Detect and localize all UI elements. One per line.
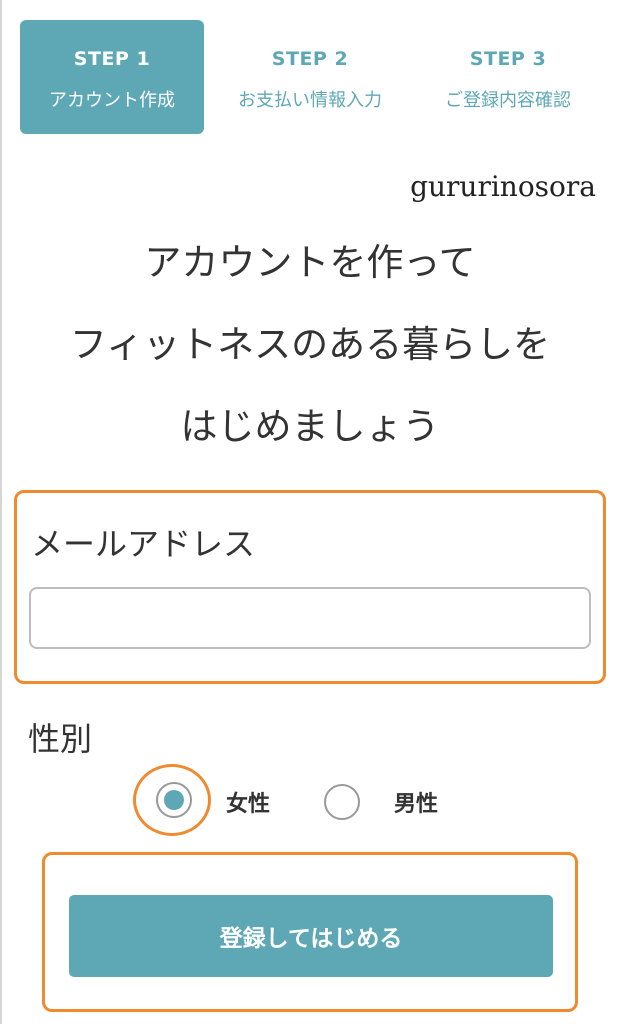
step-2: STEP 2 お支払い情報入力 [216,20,404,134]
page-headline: アカウントを作って フィットネスのある暮らしを はじめましょう [0,222,620,468]
gender-radio-group: 女性 男性 [0,760,620,840]
email-field-group: メールアドレス [14,490,606,684]
step-3-label: ご登録内容確認 [445,90,571,111]
left-border [0,0,2,1024]
gender-radio-male[interactable] [324,784,360,820]
gender-option-male-label[interactable]: 男性 [394,786,438,818]
step-3: STEP 3 ご登録内容確認 [416,20,600,134]
step-1-number: STEP 1 [73,48,151,70]
gender-option-female-label[interactable]: 女性 [226,786,270,818]
submit-highlight-box: 登録してはじめる [42,852,578,1012]
radio-selected-dot [164,790,184,810]
headline-line-2: フィットネスのある暮らしを [69,323,551,366]
headline-line-3: はじめましょう [180,405,440,448]
step-1: STEP 1 アカウント作成 [20,20,204,134]
step-2-number: STEP 2 [271,48,349,70]
headline-line-1: アカウントを作って [144,241,476,284]
brand-logo: gururinosora [410,170,596,203]
gender-label: 性別 [28,720,93,758]
step-2-label: お支払い情報入力 [238,90,382,111]
step-1-label: アカウント作成 [49,90,175,111]
step-indicator: STEP 1 アカウント作成 STEP 2 お支払い情報入力 STEP 3 ご登… [20,20,600,136]
step-3-number: STEP 3 [469,48,547,70]
register-button[interactable]: 登録してはじめる [69,895,553,977]
email-input[interactable] [29,587,591,649]
gender-radio-female[interactable] [156,782,192,818]
email-label: メールアドレス [31,525,256,563]
